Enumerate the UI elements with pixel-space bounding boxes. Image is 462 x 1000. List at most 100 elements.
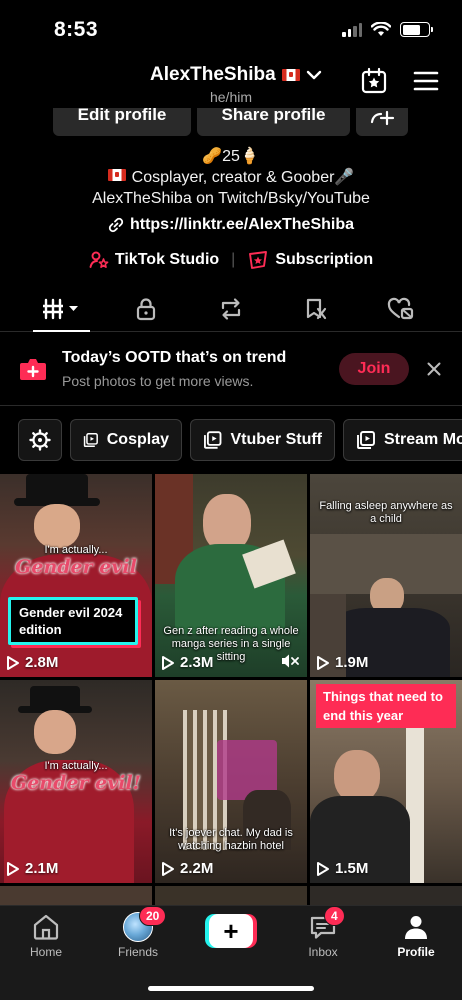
video-thumbnail[interactable] — [0, 886, 152, 906]
playlist-settings-button[interactable] — [18, 419, 62, 461]
view-count: 2.1M — [6, 860, 58, 877]
camera-add-icon — [20, 359, 46, 380]
nav-profile[interactable]: Profile — [381, 912, 451, 959]
liked-icon — [387, 297, 414, 320]
playlists-row: Cosplay Vtuber Stuff Stream Mo — [0, 419, 462, 461]
play-icon — [162, 655, 174, 670]
play-icon — [7, 861, 19, 876]
nav-friends[interactable]: 20 Friends — [103, 906, 173, 959]
bio-stats: 🥜25🍦 — [202, 148, 260, 165]
playlist-icon — [204, 431, 222, 449]
status-time: 8:53 — [54, 18, 99, 41]
nav-inbox[interactable]: 4 Inbox — [288, 906, 358, 959]
view-count: 1.9M — [316, 654, 368, 671]
video-title-card: Things that need to end this year — [316, 684, 456, 728]
friends-badge: 20 — [139, 906, 167, 926]
view-count: 1.5M — [316, 860, 368, 877]
close-icon — [427, 362, 441, 376]
video-thumbnail[interactable]: I'm actually... Gender evil Gender evil … — [0, 474, 152, 677]
menu-icon[interactable] — [411, 66, 441, 96]
video-thumbnail[interactable] — [155, 886, 307, 906]
playlist-label: Stream Mo — [384, 431, 462, 448]
edit-profile-button[interactable]: Edit profile — [53, 108, 191, 136]
playlist-label: Cosplay — [106, 431, 169, 448]
status-icons — [342, 22, 433, 37]
close-banner-button[interactable] — [423, 358, 445, 380]
video-thumbnail[interactable]: Falling asleep anywhere as a child 1.9M — [310, 474, 462, 677]
link-icon — [108, 217, 124, 233]
saved-icon — [306, 298, 327, 320]
subscription-label: Subscription — [275, 251, 374, 268]
create-button[interactable]: + — [205, 914, 257, 948]
bio-link-text: https://linktr.ee/AlexTheShiba — [129, 216, 355, 233]
repost-icon — [221, 298, 241, 320]
subscription-link[interactable]: Subscription — [247, 250, 373, 270]
play-icon — [7, 655, 19, 670]
inbox-badge: 4 — [324, 906, 345, 926]
bio-line-2: AlexTheShiba on Twitch/Bsky/YouTube — [92, 190, 370, 207]
video-thumbnail[interactable] — [310, 886, 462, 906]
playlist-chip[interactable]: Stream Mo — [343, 419, 462, 461]
home-indicator — [148, 986, 314, 991]
bio-line-1: Cosplayer, creator & Goober🎤 — [0, 167, 462, 188]
playlist-icon — [357, 431, 375, 449]
muted-icon — [282, 654, 299, 668]
video-thumbnail[interactable]: Gen z after reading a whole manga series… — [155, 474, 307, 677]
playlist-chip[interactable]: Vtuber Stuff — [190, 419, 335, 461]
tab-private[interactable] — [126, 294, 166, 324]
cellular-signal-icon — [342, 22, 362, 37]
username: AlexTheShiba — [150, 64, 276, 85]
quick-links: TikTok Studio | Subscription — [0, 250, 462, 270]
nav-home-label: Home — [29, 945, 62, 959]
playlist-icon — [83, 432, 98, 448]
video-caption: It's joever chat. My dad is watching haz… — [169, 827, 293, 852]
nav-profile-label: Profile — [397, 945, 435, 959]
video-caption-large: Gender evil! — [10, 772, 142, 794]
add-friend-button[interactable] — [356, 108, 408, 136]
ootd-banner[interactable]: Today’s OOTD that’s on trend Post photos… — [0, 334, 462, 406]
canada-flag-icon — [107, 169, 126, 181]
studio-icon — [89, 251, 109, 268]
tab-saved[interactable] — [296, 294, 336, 324]
tab-reposts[interactable] — [211, 294, 251, 324]
video-thumbnail[interactable]: I'm actually... Gender evil! 2.1M — [0, 680, 152, 883]
view-count: 2.2M — [161, 860, 213, 877]
video-caption-large: Gender evil — [15, 556, 137, 578]
video-thumbnail[interactable]: It's joever chat. My dad is watching haz… — [155, 680, 307, 883]
chevron-down-icon — [306, 70, 321, 80]
battery-icon — [400, 22, 433, 37]
account-switcher[interactable]: AlexTheShiba — [150, 64, 322, 86]
separator: | — [231, 251, 236, 268]
playlist-chip[interactable]: Cosplay — [70, 419, 182, 461]
video-title-card: Gender evil 2024 edition — [8, 597, 138, 645]
banner-subtitle: Post photos to get more views. — [62, 373, 254, 389]
bio-link[interactable]: https://linktr.ee/AlexTheShiba — [0, 216, 462, 234]
wifi-icon — [371, 22, 391, 36]
profile-icon — [405, 916, 427, 939]
tab-liked[interactable] — [381, 294, 421, 324]
bio: 🥜25🍦 Cosplayer, creator & Goober🎤 AlexTh… — [0, 146, 462, 209]
banner-title: Today’s OOTD that’s on trend — [62, 349, 287, 366]
canada-flag-icon — [281, 69, 300, 81]
subscription-icon — [249, 251, 268, 269]
status-bar: 8:53 — [0, 0, 462, 58]
profile-buttons: Edit profile Share profile — [0, 96, 462, 136]
content-tabs — [0, 290, 462, 332]
play-icon — [317, 861, 329, 876]
nav-home[interactable]: Home — [11, 912, 81, 959]
play-icon — [317, 655, 329, 670]
add-friend-icon — [370, 110, 395, 126]
playlist-label: Vtuber Stuff — [230, 431, 322, 448]
video-caption: Falling asleep anywhere as a child — [319, 500, 453, 525]
share-profile-button[interactable]: Share profile — [197, 108, 350, 136]
tab-videos[interactable] — [41, 294, 81, 324]
video-thumbnail[interactable]: Things that need to end this year 1.5M — [310, 680, 462, 883]
creator-calendar-icon[interactable] — [359, 66, 389, 96]
lock-icon — [136, 298, 156, 321]
tiktok-studio-label: TikTok Studio — [114, 251, 220, 268]
video-grid: I'm actually... Gender evil Gender evil … — [0, 474, 462, 906]
tiktok-studio-link[interactable]: TikTok Studio — [89, 250, 219, 270]
nav-friends-label: Friends — [117, 945, 158, 959]
join-button[interactable]: Join — [339, 353, 409, 385]
plus-icon: + — [209, 914, 253, 948]
